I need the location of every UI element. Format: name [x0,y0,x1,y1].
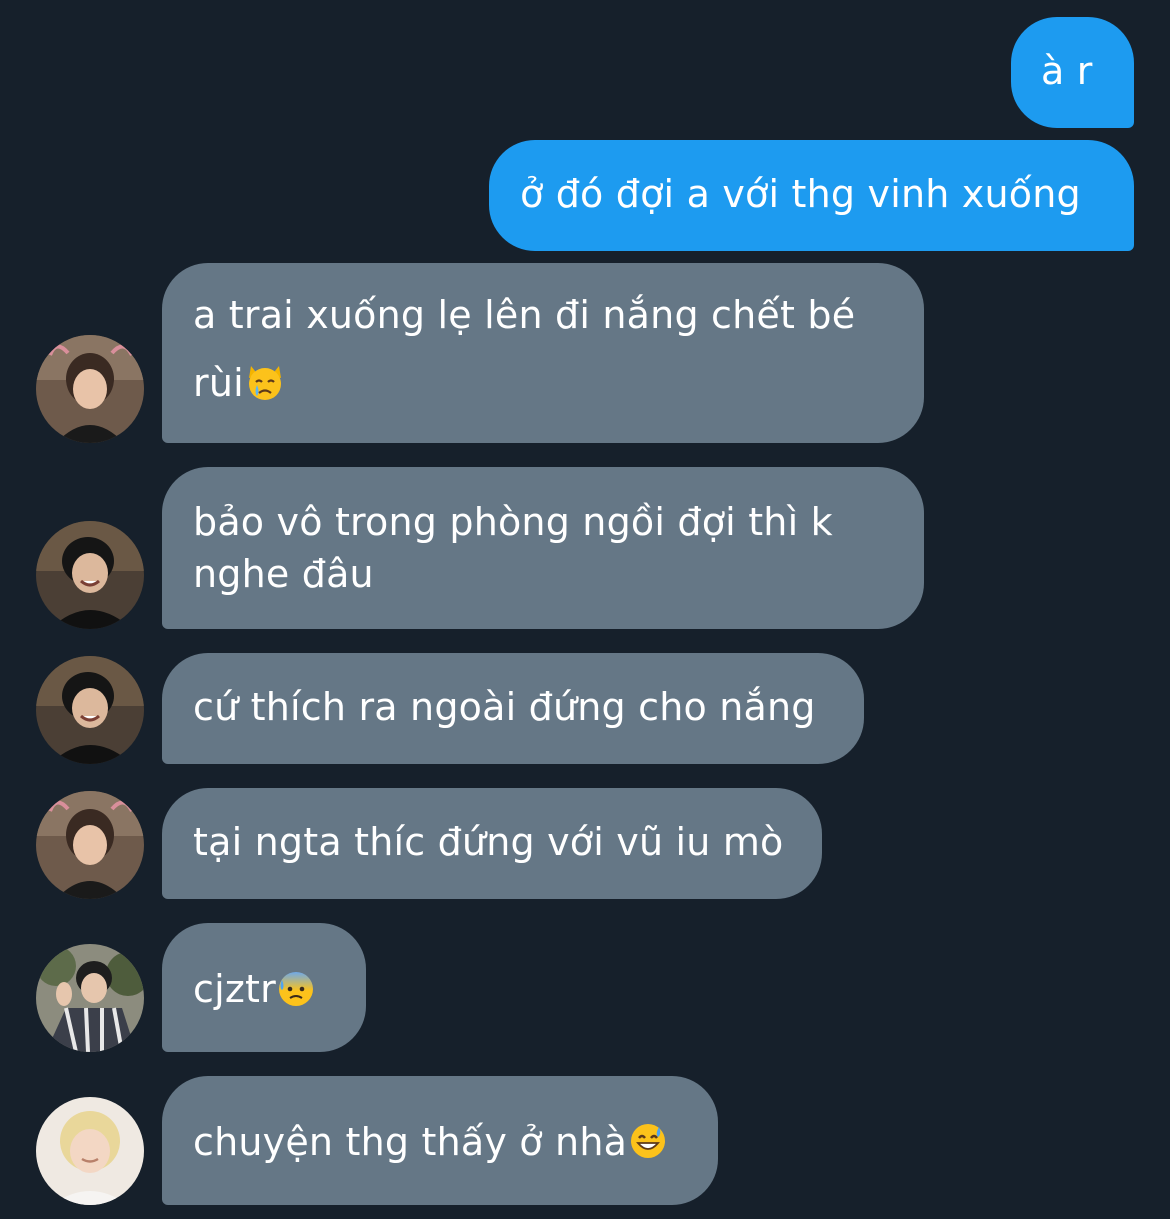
message-text: chuyện thg thấy ở nhà [193,1120,628,1164]
message-text: tại ngta thíc đứng với vũ iu mò [193,820,784,864]
crying-cat-emoji [245,362,285,415]
anxious-face-with-sweat-emoji [277,969,315,1021]
message-text-line-2: rùi [193,357,924,415]
message-text-line-2: nghe đâu [193,552,374,596]
message-text: à r [1041,49,1093,93]
contact-avatar[interactable] [36,791,144,899]
received-message-bubble[interactable]: cjztr [162,923,366,1052]
sent-message-bubble[interactable]: à r [1011,17,1134,128]
contact-avatar[interactable] [36,335,144,443]
contact-avatar[interactable] [36,1097,144,1205]
message-text: cứ thích ra ngoài đứng cho nắng [193,685,816,729]
sent-message-bubble[interactable]: ở đó đợi a với thg vinh xuống [489,140,1134,251]
received-message-bubble[interactable]: bảo vô trong phòng ngồi đợi thì k nghe đ… [162,467,924,629]
received-message-bubble[interactable]: chuyện thg thấy ở nhà [162,1076,718,1205]
message-text-line-1: bảo vô trong phòng ngồi đợi thì k [193,500,833,544]
contact-avatar[interactable] [36,944,144,1052]
message-text-line-1: a trai xuống lẹ lên đi nắng chết bé [193,293,856,337]
message-text: ở đó đợi a với thg vinh xuống [520,172,1081,216]
contact-avatar[interactable] [36,521,144,629]
received-message-bubble[interactable]: tại ngta thíc đứng với vũ iu mò [162,788,822,899]
grinning-face-with-sweat-emoji [628,1121,668,1174]
contact-avatar[interactable] [36,656,144,764]
received-message-bubble[interactable]: a trai xuống lẹ lên đi nắng chết bé rùi [162,263,924,443]
message-text: cjztr [193,967,276,1011]
received-message-bubble[interactable]: cứ thích ra ngoài đứng cho nắng [162,653,864,764]
